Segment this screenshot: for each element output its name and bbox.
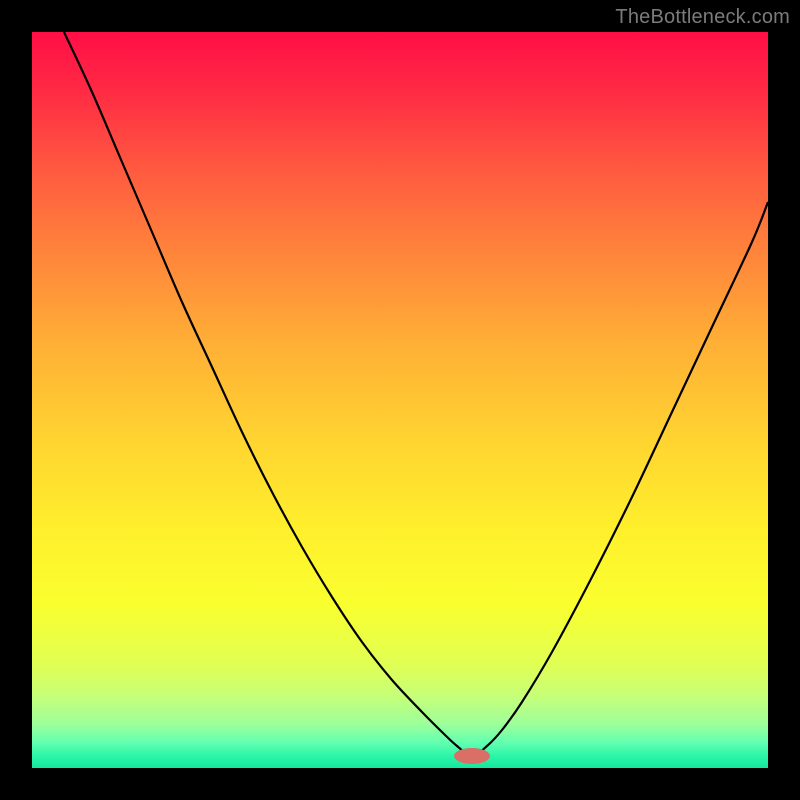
plot-svg (32, 32, 768, 768)
watermark-text: TheBottleneck.com (615, 6, 790, 29)
optimal-marker (454, 748, 490, 764)
gradient-background (32, 32, 768, 768)
chart-frame: TheBottleneck.com (0, 0, 800, 800)
plot-area (32, 32, 768, 768)
